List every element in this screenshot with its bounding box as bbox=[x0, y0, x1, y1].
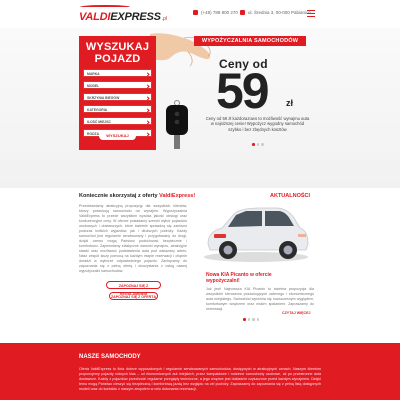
logo[interactable]: VALDI EXPRESS .pl bbox=[79, 7, 167, 23]
logo-text-valdi: VALDI bbox=[79, 11, 111, 23]
promo-currency: zł bbox=[286, 98, 294, 108]
promo-price: 59 bbox=[216, 63, 270, 119]
chevron-down-icon bbox=[145, 71, 150, 77]
slider-dot[interactable] bbox=[252, 143, 255, 146]
slider-dot[interactable] bbox=[252, 318, 255, 321]
news-text: Już jest! Najnowsza KIA Picanto to świet… bbox=[206, 287, 314, 311]
select-ilosc-miejsc[interactable]: ILOŚĆ MIEJSC bbox=[83, 117, 152, 125]
slider-dot[interactable] bbox=[256, 143, 259, 146]
search-title: WYSZUKAJ POJAZD bbox=[85, 41, 150, 65]
select-model[interactable]: MODEL bbox=[83, 81, 152, 89]
phone-number: (+48) 788 800 270 bbox=[201, 10, 238, 15]
news-headline[interactable]: Nowa KIA Picanto w ofercie wypożyczalni! bbox=[206, 272, 276, 284]
our-cars-title: NASZE SAMOCHODY bbox=[79, 354, 141, 360]
about-text: Przedstawiamy atrakcyjną propozycję dla … bbox=[79, 204, 187, 273]
phone-icon bbox=[193, 10, 198, 15]
location-pin-icon bbox=[240, 10, 245, 15]
slider-dot[interactable] bbox=[243, 318, 246, 321]
hand-image bbox=[150, 33, 211, 67]
search-button[interactable]: WYSZUKAJ bbox=[99, 131, 136, 140]
logo-text-express: EXPRESS bbox=[110, 11, 161, 23]
hamburger-menu-icon[interactable] bbox=[307, 10, 315, 17]
header-address: ul. Średnia 3, 00-000 Pabianice bbox=[240, 10, 311, 15]
vehicle-search-form: WYSZUKAJ POJAZD MARKA MODEL SKRZYNIA BIE… bbox=[79, 36, 156, 150]
oferta-button[interactable]: ZAPOZNAJ SIĘ Z OFERTĄ bbox=[109, 292, 158, 300]
car-key-image bbox=[166, 100, 188, 149]
promo-title: WYPOŻYCZALNIA SAMOCHODÓW bbox=[194, 36, 306, 46]
chevron-down-icon bbox=[145, 131, 150, 137]
read-more-link[interactable]: CZYTAJ WIĘCEJ bbox=[282, 311, 311, 315]
slider-dot[interactable] bbox=[256, 318, 259, 321]
news-slider-dots[interactable] bbox=[243, 318, 259, 321]
news-title: AKTUALNOŚCI bbox=[270, 193, 311, 199]
kia-picanto-image bbox=[204, 207, 309, 262]
regulamin-button[interactable]: ZAPOZNAJ SIĘ Z REGULAMINEM bbox=[106, 281, 161, 296]
page: VALDI EXPRESS .pl (+48) 788 800 270 ul. … bbox=[0, 0, 400, 400]
hero-slider-dots[interactable] bbox=[252, 143, 264, 146]
header: VALDI EXPRESS .pl (+48) 788 800 270 ul. … bbox=[0, 0, 400, 28]
chevron-down-icon bbox=[145, 83, 150, 89]
chevron-down-icon bbox=[145, 95, 150, 101]
select-skrzynia[interactable]: SKRZYNIA BIEGÓW bbox=[83, 93, 152, 101]
select-kategoria[interactable]: KATEGORIA bbox=[83, 105, 152, 113]
our-cars-text: Oferta ValdiExpress to flota dobrze wypo… bbox=[79, 367, 321, 391]
slider-dot[interactable] bbox=[261, 143, 264, 146]
address-text: ul. Średnia 3, 00-000 Pabianice bbox=[248, 10, 311, 15]
chevron-down-icon bbox=[145, 107, 150, 113]
promo-description: Ceny od 59 zł każdorazowo to możliwość w… bbox=[205, 116, 310, 132]
header-phone[interactable]: (+48) 788 800 270 bbox=[193, 10, 238, 15]
chevron-down-icon bbox=[145, 119, 150, 125]
slider-dot[interactable] bbox=[247, 318, 250, 321]
select-marka[interactable]: MARKA bbox=[83, 69, 152, 77]
about-title: Koniecznie skorzystaj z oferty ValdiExpr… bbox=[79, 193, 196, 199]
logo-text-tld: .pl bbox=[161, 16, 168, 22]
